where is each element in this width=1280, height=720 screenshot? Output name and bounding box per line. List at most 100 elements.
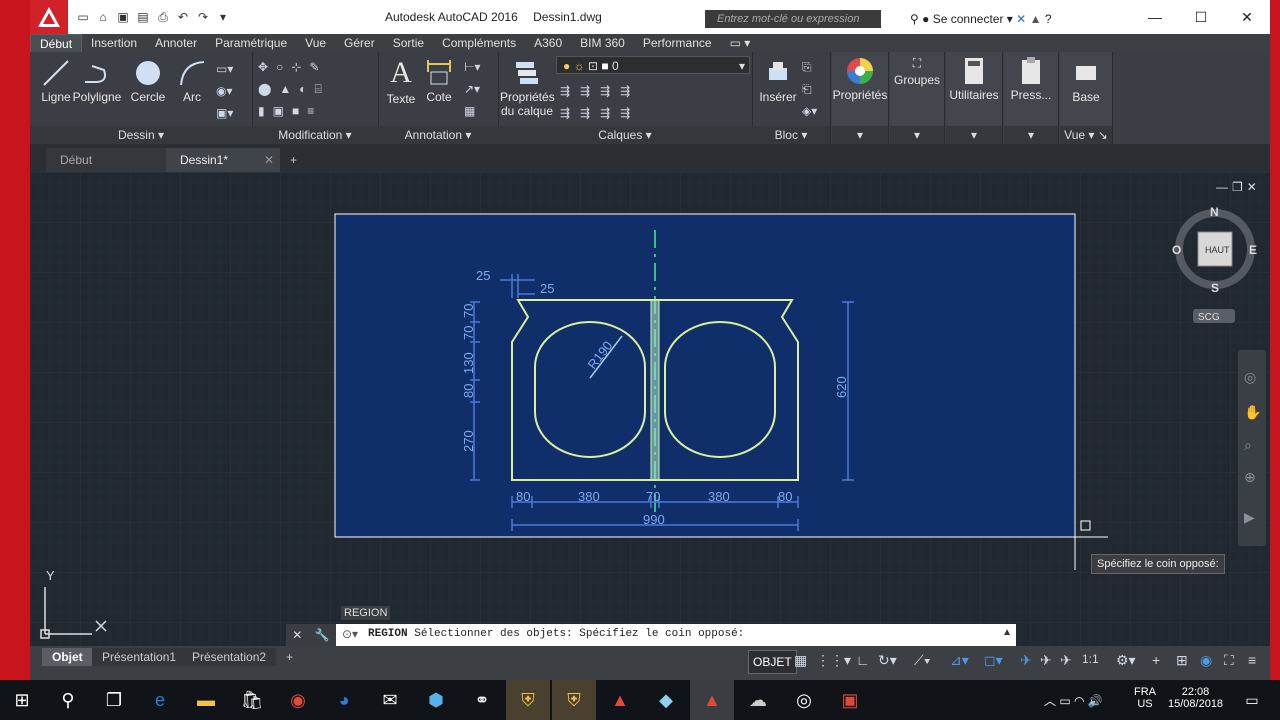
panel-modification-title[interactable]: Modification ▾ <box>252 126 378 144</box>
tab-debut[interactable]: Début <box>30 33 83 53</box>
insert-block-button[interactable]: Insérer <box>756 58 800 104</box>
panel-dessin-title[interactable]: Dessin ▾ <box>30 126 252 144</box>
grid-icon[interactable]: ▦ <box>794 652 807 669</box>
binoculars-icon[interactable]: ⚲ <box>910 12 919 26</box>
utilities-button[interactable]: Utilitaires <box>946 56 1002 102</box>
units-icon[interactable]: ⊞ <box>1176 652 1188 669</box>
viewcube-south[interactable]: S <box>1211 281 1219 295</box>
minimize-icon[interactable]: — <box>1132 0 1178 34</box>
workspace-gear-icon[interactable]: ⚙▾ <box>1116 652 1136 669</box>
polyline-tool-button[interactable]: Polyligne <box>72 58 122 104</box>
ortho-icon[interactable]: ∟ <box>856 652 870 668</box>
bloc-extra-tools[interactable]: ⎘ ⎗ ◈▾ <box>802 56 817 122</box>
tab-complements[interactable]: Compléments <box>433 34 525 52</box>
panel-bloc-title[interactable]: Bloc ▾ <box>752 126 830 144</box>
close-command-line-icon[interactable]: ✕ <box>292 628 302 642</box>
mail-icon[interactable]: ✉ <box>368 680 412 720</box>
tab-gerer[interactable]: Gérer <box>335 34 384 52</box>
auto-scale-icon[interactable]: ✈ <box>1040 652 1052 669</box>
search-icon[interactable]: ⚲ <box>46 680 90 720</box>
windows-start-icon[interactable]: ⊞ <box>0 680 44 720</box>
panel-groupes-expand[interactable]: ▾ <box>890 126 944 144</box>
drawing-area[interactable]: 25 25 70 70 130 80 270 R190 620 80 380 7… <box>30 172 1270 646</box>
layout-tab-presentation1[interactable]: Présentation1 <box>92 648 187 666</box>
edge-browser-icon[interactable]: e <box>138 680 182 720</box>
panel-vue-title[interactable]: Vue ▾ ↘ <box>1060 126 1112 144</box>
network-app-icon[interactable]: ⚭ <box>460 680 504 720</box>
groups-button[interactable]: ⛶ Groupes <box>890 56 944 87</box>
tab-annoter[interactable]: Annoter <box>146 34 206 52</box>
maximize-icon[interactable]: ☐ <box>1178 0 1224 34</box>
undo-icon[interactable]: ↶ <box>176 10 190 24</box>
notification-icon[interactable]: ▭ <box>1230 680 1274 720</box>
viewcube-west[interactable]: O <box>1172 243 1181 257</box>
layout-tab-presentation2[interactable]: Présentation2 <box>182 648 277 666</box>
tab-bim360[interactable]: BIM 360 <box>571 34 634 52</box>
autocad-taskbar-icon[interactable]: ▲ <box>598 680 642 720</box>
command-line[interactable]: ✕ 🔧 ⊙▾ REGION Sélectionner des objets: S… <box>286 624 1016 646</box>
annotation-visibility-icon[interactable]: ✈ <box>1020 652 1032 669</box>
ribbon-options-icon[interactable]: ▭ ▾ <box>721 34 760 52</box>
qat-dropdown-icon[interactable]: ▾ <box>216 10 230 24</box>
tab-insertion[interactable]: Insertion <box>82 34 146 52</box>
drawing-canvas[interactable]: 25 25 70 70 130 80 270 R190 620 80 380 7… <box>30 172 1270 646</box>
base-view-button[interactable]: Base <box>1060 58 1112 104</box>
panel-utilitaires-expand[interactable]: ▾ <box>946 126 1002 144</box>
redo-icon[interactable]: ↷ <box>196 10 210 24</box>
store-icon[interactable]: 🛍 <box>230 680 274 720</box>
exchange-icon[interactable]: ✕ <box>1016 12 1026 26</box>
save-as-icon[interactable]: ▤ <box>136 10 150 24</box>
tab-vue[interactable]: Vue <box>296 34 335 52</box>
annotation-extra-tools[interactable]: ⊢▾ ↗▾ ▦ <box>464 56 480 122</box>
panel-proprietes[interactable]: Propriétés ▾ <box>832 52 889 144</box>
viewcube-east[interactable]: E <box>1249 243 1257 257</box>
plot-icon[interactable]: ⎙ <box>156 10 170 24</box>
close-tab-icon[interactable]: ✕ <box>264 148 274 172</box>
panel-presse-expand[interactable]: ▾ <box>1004 126 1058 144</box>
application-menu-button[interactable] <box>30 0 68 34</box>
snap-icon[interactable]: ⋮⋮▾ <box>816 652 851 669</box>
edge-dev-icon[interactable]: ◕ <box>322 680 366 720</box>
properties-button[interactable]: Propriétés <box>832 56 888 102</box>
viewport-minimize-icon[interactable]: — <box>1216 180 1232 194</box>
customize-icon[interactable]: 🔧 <box>315 628 330 642</box>
viewport-close-icon[interactable]: ✕ <box>1247 180 1261 194</box>
polar-icon[interactable]: ↻▾ <box>878 652 897 669</box>
recent-commands-icon[interactable]: ⊙▾ <box>342 627 358 641</box>
save-icon[interactable]: ▣ <box>116 10 130 24</box>
media-app-icon[interactable]: ◎ <box>782 680 826 720</box>
file-explorer-icon[interactable]: ▬ <box>184 680 228 720</box>
panel-proprietes-expand[interactable]: ▾ <box>832 126 888 144</box>
text-tool-button[interactable]: A Texte <box>384 56 418 106</box>
input-language[interactable]: FRA US <box>1134 686 1156 710</box>
panel-utilitaires[interactable]: Utilitaires ▾ <box>946 52 1003 144</box>
circle-tool-button[interactable]: Cercle <box>128 58 168 104</box>
isodraft-icon[interactable]: ⟋▾ <box>914 652 931 669</box>
clean-screen-icon[interactable]: ⛶ <box>1224 652 1234 669</box>
panel-calques-title[interactable]: Calques ▾ <box>498 126 752 144</box>
viewcube-top-label[interactable]: HAUT <box>1205 245 1230 255</box>
clock[interactable]: 22:08 15/08/2018 <box>1168 686 1223 710</box>
panel-presse-papiers[interactable]: Press... ▾ <box>1004 52 1059 144</box>
security-shield-2-icon[interactable]: ⛨ <box>552 680 596 720</box>
layer-select[interactable]: ● ☼ ⊡ ■ 0 ▾ <box>556 56 750 74</box>
annotation-scale-value[interactable]: 1:1 <box>1082 652 1099 666</box>
new-icon[interactable]: ▭ <box>76 10 90 24</box>
viewcube-north[interactable]: N <box>1210 205 1219 219</box>
arc-tool-button[interactable]: Arc <box>174 58 210 104</box>
tab-dessin1[interactable]: Dessin1* ✕ <box>166 148 280 172</box>
annotation-monitor-icon[interactable]: + <box>1152 652 1160 668</box>
chrome-icon[interactable]: ◉ <box>276 680 320 720</box>
dimension-tool-button[interactable]: Cote <box>422 58 456 104</box>
sketch-app-icon[interactable]: ◆ <box>644 680 688 720</box>
tab-sortie[interactable]: Sortie <box>384 34 433 52</box>
customization-menu-icon[interactable]: ≡ <box>1248 652 1256 668</box>
layer-tools[interactable]: ⇶⇶⇶⇶ ⇶⇶⇶⇶ <box>560 80 640 124</box>
isolate-objects-icon[interactable]: ◉ <box>1200 652 1212 669</box>
a360-icon[interactable]: ▲ <box>1030 12 1042 26</box>
line-tool-button[interactable]: Ligne <box>36 58 76 104</box>
annotation-scale-icon[interactable]: ✈ <box>1060 652 1072 669</box>
add-layout-button[interactable]: + <box>276 648 303 666</box>
viewport-restore-icon[interactable]: ❐ <box>1232 180 1247 194</box>
dessin-extra-tools[interactable]: ▭▾ ◉▾ ▣▾ <box>216 58 233 124</box>
